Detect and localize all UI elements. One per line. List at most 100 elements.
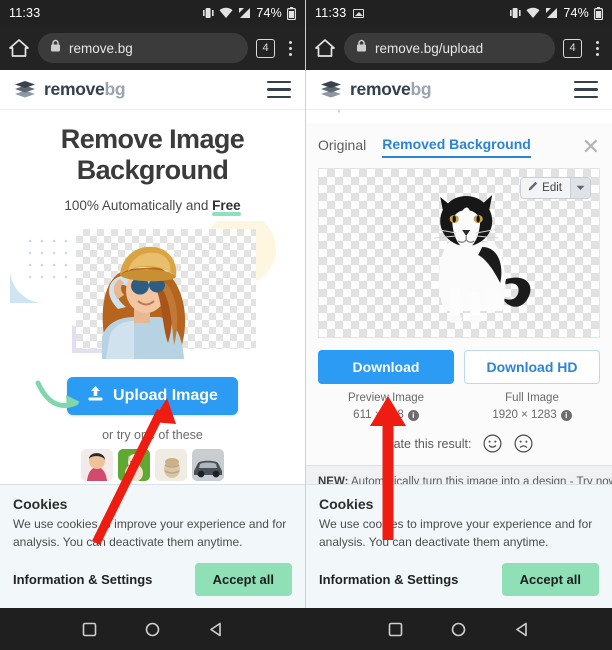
partial-item: . . <box>403 110 413 113</box>
logo-main: remove <box>44 79 105 99</box>
cookie-title: Cookies <box>13 496 68 513</box>
accept-all-button[interactable]: Accept all <box>194 563 292 596</box>
full-image-meta: Full Image 1920 × 1283 i <box>464 390 600 423</box>
subtitle-prefix: 100% Automatically and <box>64 197 213 213</box>
result-image-cat <box>434 195 531 323</box>
title-line-1: Remove Image <box>60 124 245 154</box>
edit-label: Edit <box>542 182 562 194</box>
battery-percent: 74% <box>563 6 589 20</box>
list-item[interactable] <box>81 448 113 481</box>
home-icon[interactable] <box>8 37 30 59</box>
cookie-actions: Information & Settings Accept all <box>319 563 599 596</box>
site-header-right: removebg <box>306 70 612 110</box>
site-logo[interactable]: removebg <box>320 79 432 100</box>
rate-label: Rate this result: <box>384 436 472 451</box>
preview-dimensions-row: 611 × 408 i <box>318 407 454 424</box>
browser-chrome-right: remove.bg/upload 4 <box>306 26 612 70</box>
page-title: Remove Image Background <box>10 124 295 187</box>
url-text: remove.bg <box>69 40 133 56</box>
circle-home-icon[interactable] <box>145 622 160 637</box>
square-recents-icon[interactable] <box>388 622 403 637</box>
dual-phone-screenshot: 11:33 74% remove.bg 4 removebg Remove Im… <box>0 0 612 650</box>
upload-row: Upload Image <box>10 376 295 415</box>
layers-logo-icon <box>320 80 342 100</box>
site-logo-text: removebg <box>44 79 126 100</box>
chevron-down-icon[interactable] <box>570 178 590 198</box>
vibrate-icon <box>510 7 521 19</box>
phone-left: 11:33 74% remove.bg 4 removebg Remove Im… <box>0 0 306 608</box>
download-button[interactable]: Download <box>318 350 454 384</box>
information-and-settings-button[interactable]: Information & Settings <box>319 572 458 587</box>
preview-image-meta: Preview Image 611 × 408 i <box>318 390 454 423</box>
happy-face-icon[interactable] <box>483 434 502 453</box>
lock-icon <box>50 39 61 57</box>
screenshot-icon <box>353 8 365 18</box>
status-icons: 74% <box>203 6 296 20</box>
image-meta-row: Preview Image 611 × 408 i Full Image 192… <box>318 390 600 423</box>
phone-right: 11:33 74% remove.bg/upload 4 removebg Or… <box>306 0 612 608</box>
partial-cutoff-row: | . . ○ <box>306 110 612 123</box>
sample-thumbnails <box>10 448 295 481</box>
result-tabs: Original Removed Background ✕ <box>318 123 600 158</box>
list-item[interactable] <box>192 448 224 481</box>
page-left: removebg Remove Image Background 100% Au… <box>0 70 305 608</box>
url-bar[interactable]: remove.bg/upload <box>344 33 555 63</box>
triangle-back-icon[interactable] <box>515 622 530 637</box>
hero-section: Remove Image Background 100% Automatical… <box>0 110 305 481</box>
close-icon[interactable]: ✕ <box>582 136 600 158</box>
hero-photo-woman <box>102 246 186 359</box>
logo-main: remove <box>350 79 411 99</box>
edit-button[interactable]: Edit <box>520 177 591 199</box>
site-header-left: removebg <box>0 70 305 110</box>
kebab-menu-icon[interactable] <box>283 40 297 56</box>
subtitle-highlight: Free <box>212 197 241 216</box>
title-line-2: Background <box>76 155 229 186</box>
information-and-settings-button[interactable]: Information & Settings <box>13 572 152 587</box>
triangle-back-icon[interactable] <box>209 622 224 637</box>
sad-face-icon[interactable] <box>514 434 533 453</box>
hero-subtitle: 100% Automatically and Free <box>10 197 295 216</box>
square-recents-icon[interactable] <box>82 622 97 637</box>
rate-result-row: Rate this result: <box>318 434 600 453</box>
status-bar-left: 11:33 74% <box>0 0 305 26</box>
status-time: 11:33 <box>9 6 41 20</box>
site-logo[interactable]: removebg <box>14 79 126 100</box>
tab-count-button[interactable]: 4 <box>563 38 582 58</box>
partial-item: | <box>337 110 340 113</box>
lock-icon <box>356 39 367 57</box>
result-image-preview: Edit <box>318 168 600 338</box>
hamburger-menu-icon[interactable] <box>574 80 598 99</box>
battery-icon <box>594 6 603 20</box>
accept-all-button[interactable]: Accept all <box>501 563 599 596</box>
cookie-banner-left: Cookies We use cookies to improve your e… <box>0 484 305 608</box>
tab-removed-background[interactable]: Removed Background <box>382 136 531 158</box>
try-samples-label: or try one of these <box>102 427 203 442</box>
list-item[interactable] <box>155 448 187 481</box>
preview-dimensions: 611 × 408 <box>353 408 404 421</box>
logo-suffix: bg <box>104 79 126 99</box>
kebab-menu-icon[interactable] <box>590 40 604 56</box>
browser-chrome-left: remove.bg 4 <box>0 26 305 70</box>
layers-logo-icon <box>14 80 36 100</box>
full-dimensions: 1920 × 1283 <box>492 408 557 421</box>
list-item[interactable] <box>118 448 150 481</box>
info-icon[interactable]: i <box>560 409 572 421</box>
nav-left <box>0 608 306 650</box>
tab-original[interactable]: Original <box>318 137 366 157</box>
upload-image-button[interactable]: Upload Image <box>67 376 238 415</box>
hamburger-menu-icon[interactable] <box>267 80 291 99</box>
tab-count-button[interactable]: 4 <box>256 38 275 58</box>
download-hd-button[interactable]: Download HD <box>464 350 600 384</box>
url-bar[interactable]: remove.bg <box>38 33 248 63</box>
full-caption: Full Image <box>505 392 559 404</box>
upload-icon <box>87 385 104 407</box>
cookie-banner-right: Cookies We use cookies to improve your e… <box>306 484 612 608</box>
cookie-actions: Information & Settings Accept all <box>13 563 292 596</box>
partial-item: ○ <box>476 110 483 113</box>
android-navigation-bar <box>0 608 612 650</box>
home-icon[interactable] <box>314 37 336 59</box>
info-icon[interactable]: i <box>407 409 419 421</box>
logo-suffix: bg <box>410 79 432 99</box>
hero-image-area <box>10 220 295 373</box>
circle-home-icon[interactable] <box>451 622 466 637</box>
